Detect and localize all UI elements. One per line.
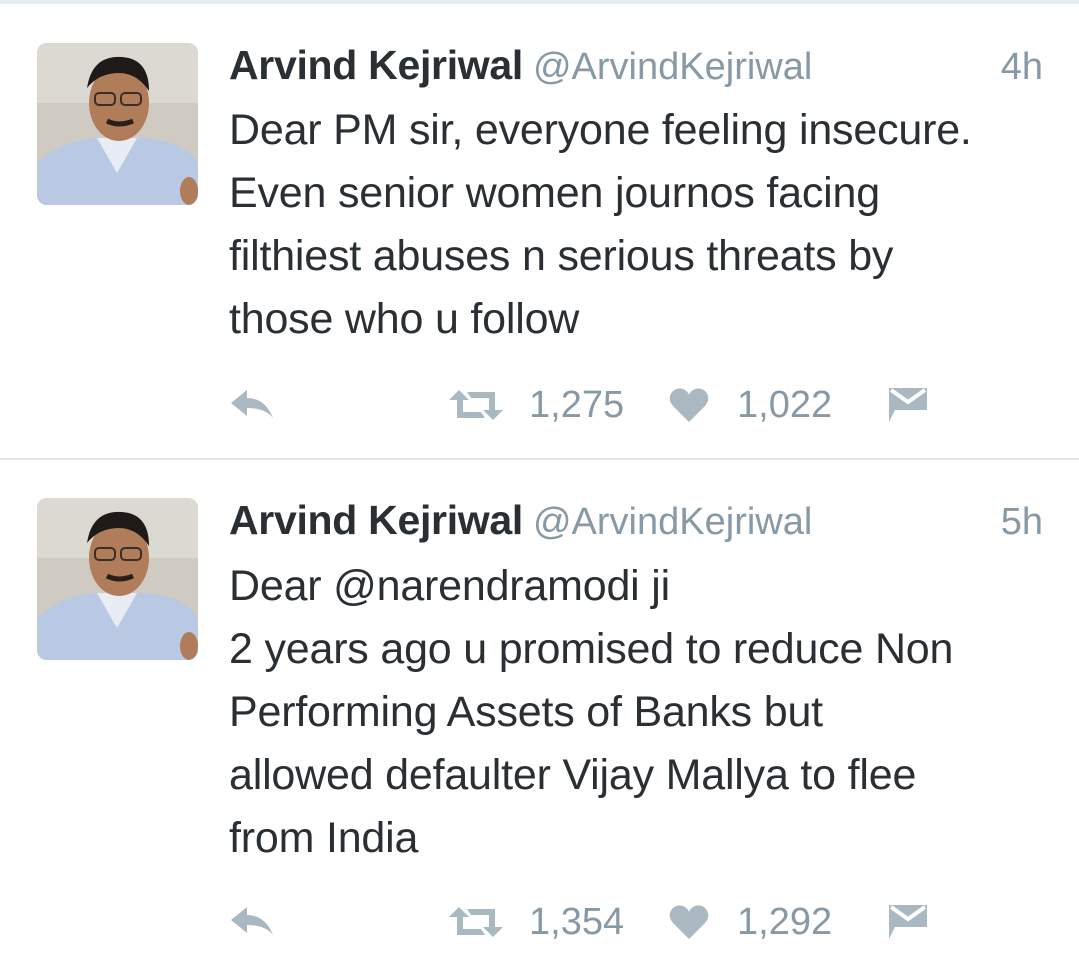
tweet-item[interactable]: Arvind Kejriwal @ArvindKejriwal 4h Dear P…: [0, 0, 1079, 460]
tweet-header: Arvind Kejriwal @ArvindKejriwal 4h: [229, 42, 1043, 92]
like-count: 1,292: [737, 900, 833, 943]
like-button[interactable]: 1,292: [669, 897, 832, 947]
like-button[interactable]: 1,022: [669, 380, 832, 430]
tweet-actions: 1,275 1,022: [229, 380, 949, 430]
profile-photo-icon: [37, 498, 198, 660]
tweet-text-line: from India: [229, 814, 419, 862]
tweet-text-line: Dear PM sir, everyone feeling insecure.: [229, 106, 972, 154]
avatar[interactable]: [37, 43, 198, 205]
author-name[interactable]: Arvind Kejriwal: [229, 497, 523, 543]
tweet-text-line: 2 years ago u promised to reduce Non: [229, 625, 954, 673]
reply-icon: [231, 390, 273, 418]
heart-icon: [669, 388, 709, 422]
tweet-header: Arvind Kejriwal @ArvindKejriwal 5h: [229, 497, 1043, 547]
tweet-text-line: Even senior women journos facing: [229, 169, 880, 217]
message-icon: [889, 905, 927, 939]
avatar[interactable]: [37, 498, 198, 660]
tweet-text: Dear @narendramodi ji 2 years ago u prom…: [229, 555, 1049, 870]
tweet-text-line: filthiest abuses n serious threats by: [229, 232, 894, 280]
author-handle[interactable]: @ArvindKejriwal: [533, 46, 812, 88]
retweet-count: 1,275: [529, 383, 625, 426]
tweet-item[interactable]: Arvind Kejriwal @ArvindKejriwal 5h Dear @…: [0, 460, 1079, 966]
timestamp[interactable]: 4h: [1001, 46, 1043, 89]
tweet-text-line: allowed defaulter Vijay Mallya to flee: [229, 751, 917, 799]
reply-button[interactable]: [229, 897, 275, 947]
retweet-icon: [449, 390, 503, 420]
author-handle[interactable]: @ArvindKejriwal: [533, 501, 812, 543]
profile-photo-icon: [37, 43, 198, 205]
reply-button[interactable]: [229, 380, 275, 430]
timestamp[interactable]: 5h: [1001, 501, 1043, 544]
retweet-button[interactable]: 1,354: [449, 897, 624, 947]
retweet-button[interactable]: 1,275: [449, 380, 624, 430]
reply-icon: [231, 907, 273, 935]
message-icon: [889, 388, 927, 422]
heart-icon: [669, 905, 709, 939]
tweet-text-line: Performing Assets of Banks but: [229, 688, 823, 736]
direct-message-button[interactable]: [887, 380, 929, 430]
direct-message-button[interactable]: [887, 897, 929, 947]
tweet-actions: 1,354 1,292: [229, 897, 949, 947]
tweet-text-line: Dear @narendramodi ji: [229, 562, 670, 610]
like-count: 1,022: [737, 383, 833, 426]
tweet-text-line: those who u follow: [229, 295, 580, 343]
retweet-count: 1,354: [529, 900, 625, 943]
tweet-text: Dear PM sir, everyone feeling insecure. …: [229, 99, 1049, 351]
retweet-icon: [449, 907, 503, 937]
author-name[interactable]: Arvind Kejriwal: [229, 42, 523, 88]
